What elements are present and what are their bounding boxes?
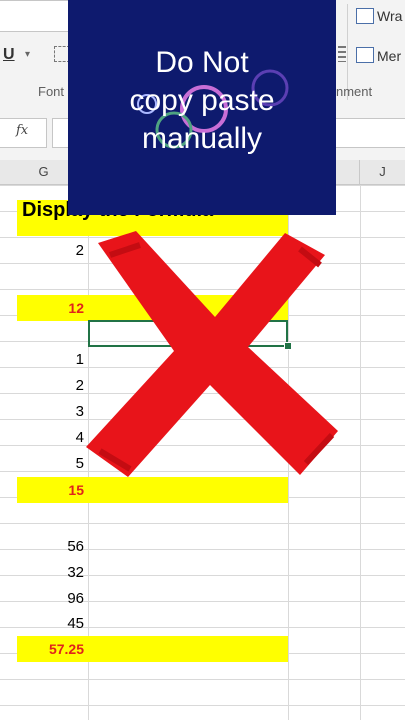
value-cell[interactable]: 96 [10,590,84,607]
column-header-j[interactable]: J [360,160,405,184]
overlay-heading: Do Not copy paste manually [68,44,336,158]
overlay-line: Do Not [155,46,249,79]
value-cell[interactable]: 45 [10,615,84,632]
red-x-cross-icon [86,231,338,477]
merge-center-icon[interactable] [356,47,374,63]
font-group-label: Font [38,84,65,99]
alignment-group-label: nment [336,84,373,99]
font-name-box[interactable] [0,0,69,32]
sum-cell[interactable]: 57.25 [10,641,84,657]
overlay-line: copy paste [129,84,275,117]
gridline [360,185,361,720]
underline-button[interactable]: U [3,46,15,64]
align-right-icon[interactable] [338,46,346,62]
chevron-down-icon[interactable]: ▾ [25,49,30,60]
fx-icon[interactable]: fx [16,123,28,138]
value-cell[interactable]: 56 [10,538,84,555]
wrap-text-button[interactable]: Wra [377,8,402,24]
overlay-line: manually [141,122,263,155]
value-cell[interactable]: 32 [10,564,84,581]
merge-center-button[interactable]: Mer [377,48,401,64]
wrap-text-icon[interactable] [356,8,374,24]
